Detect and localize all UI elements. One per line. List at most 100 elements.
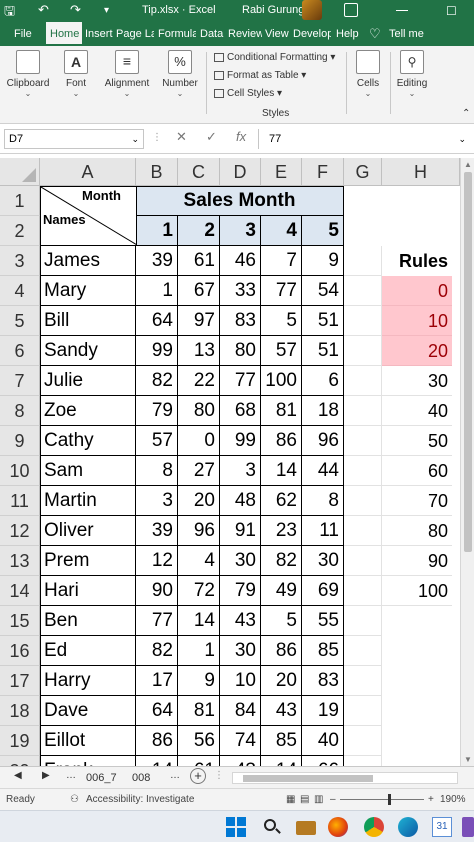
value-cell[interactable]: 9 xyxy=(302,246,344,276)
horizontal-scroll-thumb[interactable] xyxy=(243,775,373,782)
column-header-f[interactable]: F xyxy=(302,158,344,186)
file-explorer-icon[interactable] xyxy=(296,821,316,835)
more-sheets-icon[interactable]: … xyxy=(66,770,76,781)
row-header-12[interactable]: 12 xyxy=(0,516,40,546)
value-cell[interactable]: 84 xyxy=(220,696,261,726)
row-header-13[interactable]: 13 xyxy=(0,546,40,576)
empty-cell[interactable] xyxy=(344,516,382,546)
prev-sheet-icon[interactable]: ◀ xyxy=(14,770,22,781)
value-cell[interactable]: 20 xyxy=(261,666,302,696)
chrome-icon[interactable] xyxy=(364,817,384,837)
sheet-tab[interactable]: 008 xyxy=(128,769,154,787)
tab-data[interactable]: Data xyxy=(200,22,224,46)
formula-input[interactable]: 77 ⌄ xyxy=(258,129,470,149)
name-cell[interactable]: Oliver xyxy=(40,516,136,546)
zoom-slider[interactable] xyxy=(340,799,424,800)
month-number-header[interactable]: 2 xyxy=(178,216,220,246)
value-cell[interactable]: 10 xyxy=(220,666,261,696)
empty-cell[interactable] xyxy=(344,306,382,336)
value-cell[interactable]: 3 xyxy=(220,456,261,486)
clipboard-group[interactable]: Clipboard ⌄ xyxy=(6,50,50,98)
value-cell[interactable]: 39 xyxy=(136,516,178,546)
font-group[interactable]: A Font ⌄ xyxy=(60,50,92,98)
function-icon[interactable]: fx xyxy=(236,129,246,144)
row-header-14[interactable]: 14 xyxy=(0,576,40,606)
value-cell[interactable]: 61 xyxy=(178,246,220,276)
name-cell[interactable]: Cathy xyxy=(40,426,136,456)
name-cell[interactable]: Dave xyxy=(40,696,136,726)
column-header-c[interactable]: C xyxy=(178,158,220,186)
value-cell[interactable]: 96 xyxy=(178,516,220,546)
value-cell[interactable]: 74 xyxy=(220,726,261,756)
empty-cell[interactable] xyxy=(344,546,382,576)
tab-help[interactable]: Help xyxy=(336,22,360,46)
editing-group[interactable]: ⚲ Editing ⌄ xyxy=(394,50,430,98)
value-cell[interactable]: 9 xyxy=(178,666,220,696)
undo-icon[interactable]: ↶ xyxy=(38,2,49,18)
value-cell[interactable]: 3 xyxy=(136,486,178,516)
column-header-e[interactable]: E xyxy=(261,158,302,186)
value-cell[interactable]: 57 xyxy=(136,426,178,456)
month-number-header[interactable]: 4 xyxy=(261,216,302,246)
worksheet-grid[interactable]: Month Names Sales Month Rules ABCDEFGH12… xyxy=(0,158,474,766)
value-cell[interactable]: 69 xyxy=(302,576,344,606)
value-cell[interactable]: 55 xyxy=(302,606,344,636)
value-cell[interactable]: 66 xyxy=(302,756,344,766)
value-cell[interactable]: 82 xyxy=(136,366,178,396)
next-sheet-icon[interactable]: ▶ xyxy=(42,770,50,781)
value-cell[interactable]: 83 xyxy=(302,666,344,696)
sales-month-title[interactable]: Sales Month xyxy=(136,186,344,216)
name-cell[interactable]: Julie xyxy=(40,366,136,396)
row-header-20[interactable]: 20 xyxy=(0,756,40,766)
value-cell[interactable]: 14 xyxy=(261,456,302,486)
value-cell[interactable]: 99 xyxy=(136,336,178,366)
rules-label[interactable]: Rules xyxy=(382,246,452,276)
name-cell[interactable]: Frank xyxy=(40,756,136,766)
select-all-corner[interactable] xyxy=(0,158,40,186)
value-cell[interactable]: 79 xyxy=(220,576,261,606)
value-cell[interactable]: 81 xyxy=(178,696,220,726)
value-cell[interactable]: 86 xyxy=(136,726,178,756)
value-cell[interactable]: 85 xyxy=(302,636,344,666)
normal-view-icon[interactable]: ▦ xyxy=(286,794,295,805)
value-cell[interactable]: 46 xyxy=(220,246,261,276)
value-cell[interactable]: 43 xyxy=(220,756,261,766)
calendar-icon[interactable]: 31 xyxy=(432,817,452,837)
expand-formula-bar-icon[interactable]: ⌄ xyxy=(458,129,466,149)
value-cell[interactable]: 0 xyxy=(178,426,220,456)
name-cell[interactable]: Harry xyxy=(40,666,136,696)
redo-icon[interactable]: ↷ xyxy=(70,2,81,18)
value-cell[interactable]: 43 xyxy=(220,606,261,636)
tab-page-layout[interactable]: Page Lay xyxy=(116,22,154,46)
empty-cell[interactable] xyxy=(344,606,382,636)
value-cell[interactable]: 33 xyxy=(220,276,261,306)
row-header-7[interactable]: 7 xyxy=(0,366,40,396)
value-cell[interactable]: 100 xyxy=(261,366,302,396)
column-header-d[interactable]: D xyxy=(220,158,261,186)
value-cell[interactable]: 56 xyxy=(178,726,220,756)
value-cell[interactable]: 64 xyxy=(136,696,178,726)
value-cell[interactable]: 77 xyxy=(220,366,261,396)
value-cell[interactable]: 48 xyxy=(220,486,261,516)
minimize-icon[interactable] xyxy=(396,10,408,11)
empty-cell[interactable] xyxy=(344,396,382,426)
more-sheets-icon[interactable]: … xyxy=(170,770,180,781)
name-cell[interactable]: Bill xyxy=(40,306,136,336)
chevron-down-icon[interactable]: ⌄ xyxy=(131,130,139,148)
number-group[interactable]: % Number ⌄ xyxy=(160,50,200,98)
value-cell[interactable]: 4 xyxy=(178,546,220,576)
tab-developer[interactable]: Develope xyxy=(293,22,331,46)
value-cell[interactable]: 62 xyxy=(261,486,302,516)
name-cell[interactable]: Mary xyxy=(40,276,136,306)
empty-cell[interactable] xyxy=(344,486,382,516)
alignment-group[interactable]: ≡ Alignment ⌄ xyxy=(102,50,152,98)
name-cell[interactable]: Zoe xyxy=(40,396,136,426)
column-header-g[interactable]: G xyxy=(344,158,382,186)
empty-cell[interactable] xyxy=(344,696,382,726)
rule-value-cell[interactable]: 30 xyxy=(382,366,452,396)
lightbulb-icon[interactable]: ♡ xyxy=(369,22,381,46)
month-number-header[interactable]: 1 xyxy=(136,216,178,246)
value-cell[interactable]: 6 xyxy=(302,366,344,396)
value-cell[interactable]: 14 xyxy=(178,606,220,636)
value-cell[interactable]: 68 xyxy=(220,396,261,426)
